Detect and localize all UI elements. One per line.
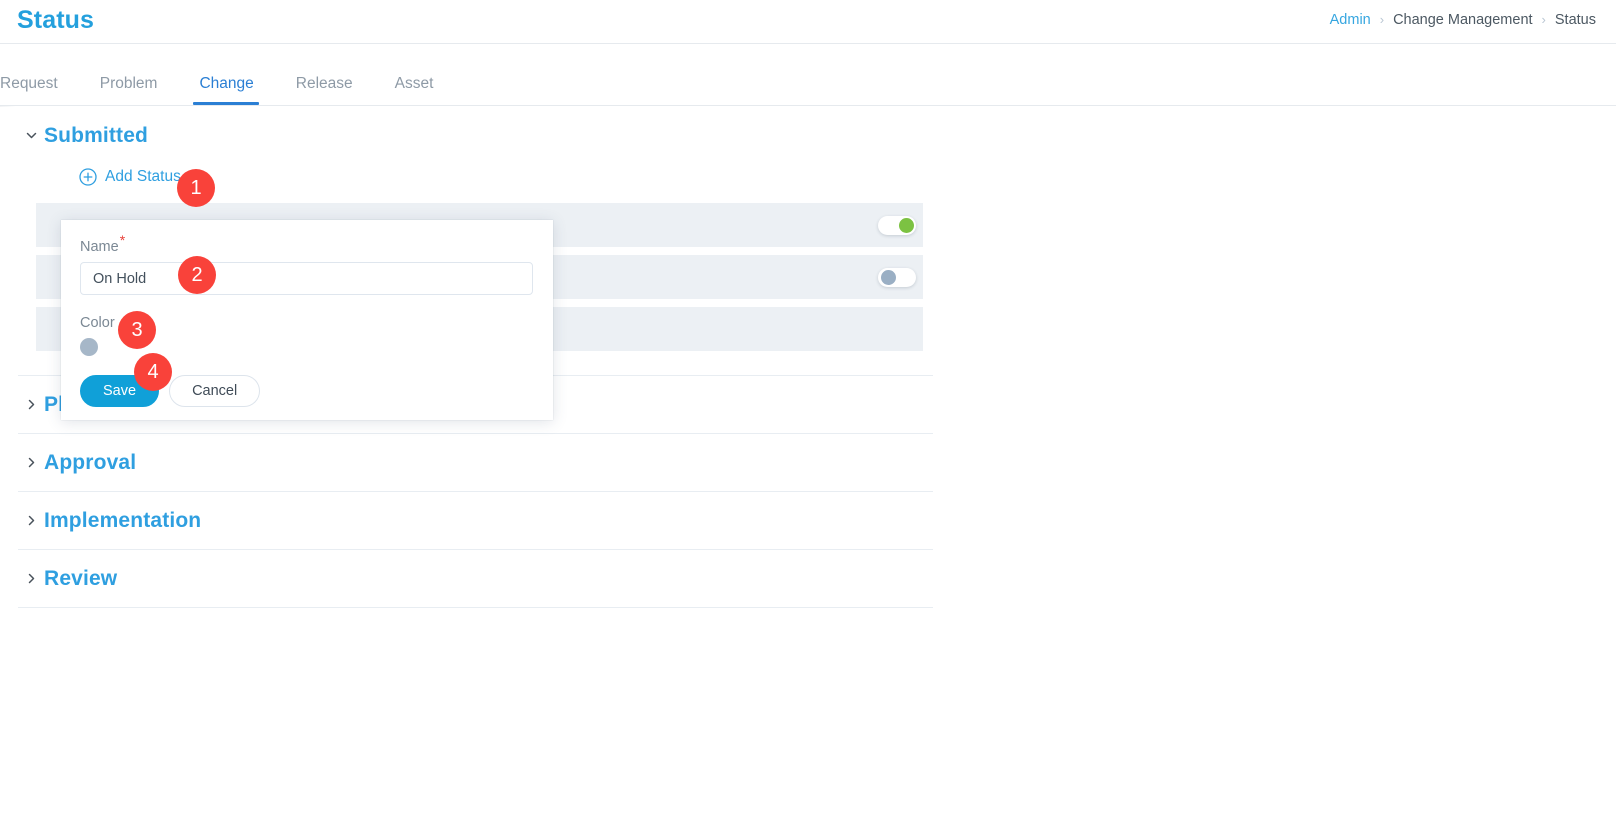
section-divider	[18, 607, 933, 608]
chevron-right-icon[interactable]	[18, 514, 44, 527]
breadcrumb: Admin › Change Management › Status	[1330, 12, 1596, 28]
step-badge-3: 3	[118, 311, 156, 349]
chevron-right-icon[interactable]	[18, 572, 44, 585]
breadcrumb-item-change-management[interactable]: Change Management	[1393, 12, 1532, 28]
chevron-right-icon[interactable]	[18, 398, 44, 411]
section-header-implementation[interactable]: Implementation	[18, 492, 933, 549]
step-badge-2: 2	[178, 256, 216, 294]
status-toggle-disabled[interactable]	[878, 267, 916, 287]
required-marker: *	[119, 232, 126, 249]
tab-bar: Request Problem Change Release Asset	[0, 44, 1616, 106]
breadcrumb-item-status: Status	[1554, 12, 1596, 28]
app-root: Status Admin › Change Management › Statu…	[0, 0, 1616, 816]
section-approval: Approval	[18, 434, 933, 491]
breadcrumb-item-admin[interactable]: Admin	[1330, 12, 1371, 28]
step-badge-4: 4	[134, 353, 172, 391]
section-review: Review	[18, 550, 933, 607]
cancel-button[interactable]: Cancel	[169, 375, 261, 407]
section-header-submitted[interactable]: Submitted	[18, 107, 933, 164]
tab-problem[interactable]: Problem	[79, 75, 179, 106]
name-label-text: Name	[80, 239, 119, 255]
chevron-down-icon[interactable]	[18, 129, 44, 142]
breadcrumb-separator-icon: ›	[1379, 11, 1385, 27]
section-title-approval: Approval	[44, 450, 137, 474]
toggle-knob	[899, 217, 914, 233]
section-header-review[interactable]: Review	[18, 550, 933, 607]
section-header-approval[interactable]: Approval	[18, 434, 933, 491]
breadcrumb-separator-icon: ›	[1541, 11, 1546, 27]
name-input[interactable]	[80, 262, 533, 295]
section-implementation: Implementation	[18, 492, 933, 549]
add-status-label: Add Status	[105, 168, 181, 185]
color-swatch-picker[interactable]	[80, 338, 98, 356]
chevron-right-icon[interactable]	[18, 456, 44, 469]
toggle-knob	[881, 269, 896, 285]
section-title-implementation: Implementation	[44, 508, 202, 532]
tab-asset[interactable]: Asset	[374, 75, 455, 106]
status-toggle-enabled[interactable]	[878, 215, 916, 235]
tab-release[interactable]: Release	[275, 75, 374, 106]
section-title-submitted: Submitted	[44, 123, 149, 147]
content-area: Submitted Add Status Approval Implementa…	[0, 107, 1616, 816]
page-title: Status	[17, 6, 95, 34]
tab-change[interactable]: Change	[178, 75, 274, 106]
plus-circle-icon	[79, 168, 97, 186]
name-field-label: Name*	[80, 233, 532, 255]
top-header-bar: Status Admin › Change Management › Statu…	[0, 0, 1616, 44]
tab-request[interactable]: Request	[0, 75, 79, 106]
add-status-button[interactable]: Add Status	[79, 164, 181, 190]
step-badge-1: 1	[177, 169, 215, 207]
section-title-review: Review	[44, 566, 118, 590]
tab-list: Request Problem Change Release Asset	[0, 43, 454, 105]
